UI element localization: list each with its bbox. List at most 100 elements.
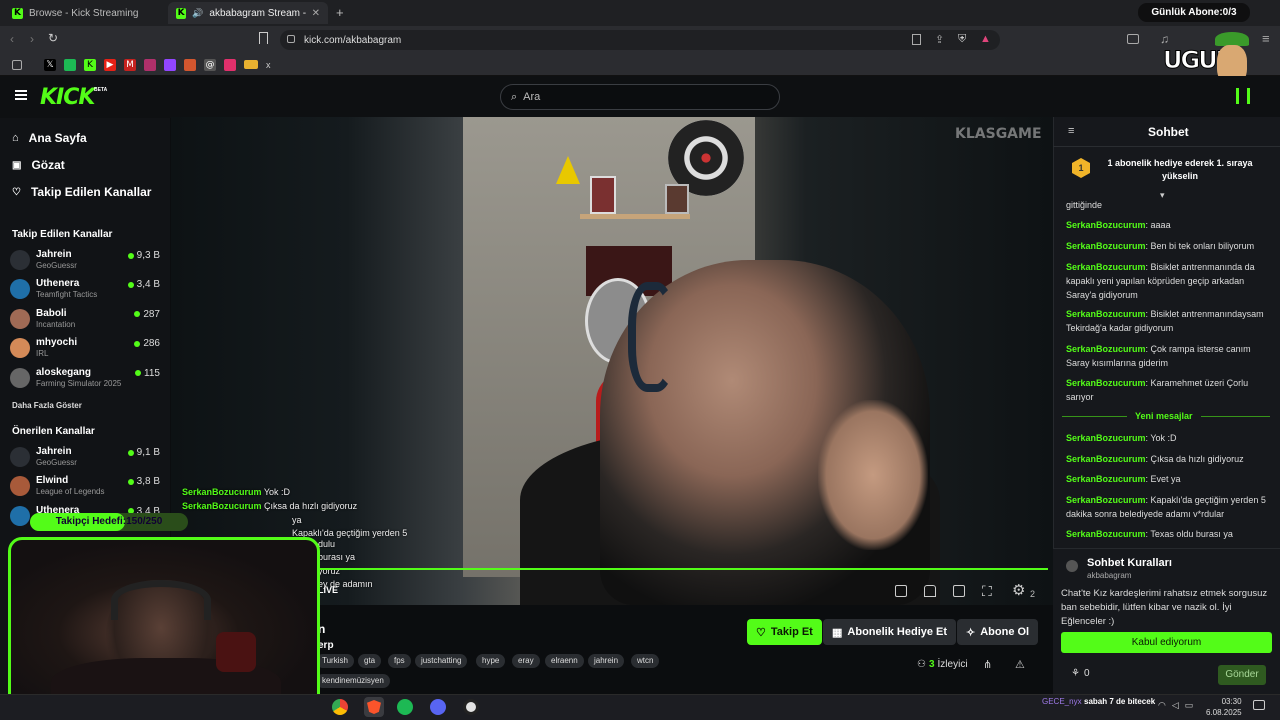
chat-message[interactable]: SerkanBozucurum: Texas oldu burası ya xyxy=(1066,527,1270,541)
chat-message[interactable]: SerkanBozucurum: Çok rampa isterse canım… xyxy=(1066,342,1270,370)
system-tray[interactable]: ◠ ◁ ▭ xyxy=(1158,700,1193,711)
nav-browse[interactable]: ▣ Gözat xyxy=(12,158,65,172)
bookmark-pink-icon[interactable] xyxy=(144,58,156,71)
site-info-icon[interactable] xyxy=(287,35,295,43)
nav-following[interactable]: ♡ Takip Edilen Kanallar xyxy=(12,185,151,199)
chat-message[interactable]: SerkanBozucurum: Karamehmet üzeri Çorlu … xyxy=(1066,376,1270,404)
tab-browse[interactable]: K Browse - Kick Streaming xyxy=(4,2,164,24)
channel-item[interactable]: Uthenera Teamfight Tactics 3,4 B xyxy=(10,277,160,305)
gmail-icon[interactable]: M xyxy=(124,58,136,71)
discord-icon[interactable] xyxy=(430,699,446,715)
chat-username[interactable]: SerkanBozucurum xyxy=(1066,344,1146,354)
chat-username[interactable]: SerkanBozucurum xyxy=(1066,474,1146,484)
folder-icon[interactable] xyxy=(244,60,258,69)
stream-tag[interactable]: Turkish xyxy=(316,654,354,668)
stream-tag[interactable]: elraenn xyxy=(545,654,584,668)
chat-message[interactable]: gittiğinde xyxy=(1066,198,1270,212)
settings-gear-icon[interactable]: ⚙ xyxy=(1012,581,1025,599)
stream-tag[interactable]: kendinemüzisyen xyxy=(316,674,390,688)
chat-username[interactable]: SerkanBozucurum xyxy=(1066,454,1146,464)
bookmark-green-icon[interactable] xyxy=(64,58,76,71)
stream-tag[interactable]: wtcn xyxy=(631,654,660,668)
chat-message[interactable]: SerkanBozucurum: Bisiklet antrenmanınday… xyxy=(1066,307,1270,335)
kick-logo[interactable]: KICK xyxy=(40,85,95,110)
chat-username[interactable]: SerkanBozucurum xyxy=(1066,241,1146,251)
stream-tag[interactable]: jahrein xyxy=(588,654,625,668)
chat-username[interactable]: SerkanBozucurum xyxy=(1066,262,1146,272)
stream-tag[interactable]: fps xyxy=(388,654,411,668)
tab-stream[interactable]: K 🔊 akbabagram Stream - Watch L ✕ xyxy=(168,2,328,24)
kick-app-icon[interactable] xyxy=(1236,88,1250,104)
gift-sub-button[interactable]: ▦ Abonelik Hediye Et xyxy=(823,619,957,645)
channel-item[interactable]: Baboli Incantation 287 xyxy=(10,307,160,335)
youtube-icon[interactable]: ▶ xyxy=(104,58,116,71)
share-icon[interactable]: ⋔ xyxy=(983,658,992,671)
hamburger-icon[interactable] xyxy=(15,90,27,100)
chat-username[interactable]: SerkanBozucurum xyxy=(1066,378,1146,388)
search-input[interactable]: ⌕ Ara xyxy=(500,84,780,110)
chat-username[interactable]: SerkanBozucurum xyxy=(1066,495,1146,505)
chat-message[interactable]: SerkanBozucurum: aaaa xyxy=(1066,218,1270,232)
chat-message[interactable]: SerkanBozucurum: Çıksa da hızlı gidiyoru… xyxy=(1066,452,1270,466)
rewards-icon[interactable]: ▲ xyxy=(980,33,991,45)
stream-category[interactable]: erp xyxy=(318,640,334,651)
subscribe-button[interactable]: ✧ Abone Ol xyxy=(957,619,1039,645)
chat-username[interactable]: SerkanBozucurum xyxy=(1066,309,1146,319)
channel-item[interactable]: Jahrein GeoGuessr 9,3 B xyxy=(10,248,160,276)
menu-icon[interactable]: ≡ xyxy=(1262,31,1270,46)
threads-icon[interactable]: @ xyxy=(204,58,216,71)
obs-icon[interactable] xyxy=(463,699,479,715)
send-button[interactable]: Gönder xyxy=(1218,665,1266,685)
clock[interactable]: 03:30 6.08.2025 xyxy=(1206,696,1242,718)
accept-rules-button[interactable]: Kabul ediyorum xyxy=(1061,632,1272,653)
channel-item[interactable]: Elwind League of Legends 3,8 B xyxy=(10,474,160,502)
chat-message[interactable]: SerkanBozucurum: Kapaklı'da geçtiğim yer… xyxy=(1066,493,1270,521)
chrome-icon[interactable] xyxy=(332,699,348,715)
instagram-icon[interactable] xyxy=(224,58,236,71)
chat-message[interactable]: SerkanBozucurum: Yok :D xyxy=(1066,431,1270,445)
sidebar-toggle-icon[interactable] xyxy=(1127,34,1139,44)
back-icon[interactable]: ‹ xyxy=(10,32,14,46)
close-tab-icon[interactable]: ✕ xyxy=(312,8,320,19)
theater-mode-icon[interactable] xyxy=(895,585,907,597)
notifications-icon[interactable] xyxy=(1253,700,1265,710)
stream-tag[interactable]: hype xyxy=(476,654,506,668)
nav-home[interactable]: ⌂ Ana Sayfa xyxy=(12,131,87,145)
new-tab-icon[interactable]: + xyxy=(336,5,344,20)
reader-icon[interactable] xyxy=(912,34,921,45)
clip-icon[interactable] xyxy=(924,585,936,597)
stream-tag[interactable]: justchatting xyxy=(415,654,468,668)
spotify-icon[interactable] xyxy=(397,699,413,715)
address-bar[interactable]: kick.com/akbabagram xyxy=(280,30,1000,50)
bookmark-orange-icon[interactable] xyxy=(184,58,196,71)
chat-message[interactable]: SerkanBozucurum: Ben bi tek onları biliy… xyxy=(1066,239,1270,253)
collapse-chat-icon[interactable]: ≡ xyxy=(1068,125,1074,137)
channel-points[interactable]: ⚘ 0 xyxy=(1071,668,1090,679)
follow-button[interactable]: ♡ Takip Et xyxy=(747,619,822,645)
twitch-icon[interactable] xyxy=(164,58,176,71)
shield-icon[interactable]: ⛨ xyxy=(958,33,966,46)
bookmark-icon[interactable] xyxy=(259,32,268,44)
reload-icon[interactable]: ↻ xyxy=(48,31,58,45)
kick-bookmark-icon[interactable]: K xyxy=(84,58,96,71)
chat-username[interactable]: SerkanBozucurum xyxy=(1066,220,1146,230)
brave-icon[interactable] xyxy=(364,697,384,717)
fullscreen-icon[interactable]: ⛶ xyxy=(982,583,992,600)
forward-icon[interactable]: › xyxy=(30,32,34,46)
chat-message[interactable]: SerkanBozucurum: Bisiklet antrenmanında … xyxy=(1066,260,1270,302)
stream-tag[interactable]: eray xyxy=(512,654,540,668)
show-more-link[interactable]: Daha Fazla Göster xyxy=(12,401,82,410)
share-icon[interactable]: ⇪ xyxy=(935,33,944,46)
channel-item[interactable]: mhyochi IRL 286 xyxy=(10,336,160,364)
x-icon[interactable]: 𝕏 xyxy=(44,58,56,71)
chat-username[interactable]: SerkanBozucurum xyxy=(1066,433,1146,443)
channel-item[interactable]: aloskegang Farming Simulator 2025 115 xyxy=(10,366,160,394)
report-icon[interactable]: ⚠ xyxy=(1015,658,1025,671)
chat-username[interactable]: SerkanBozucurum xyxy=(1066,529,1146,539)
pip-icon[interactable] xyxy=(953,585,965,597)
stream-tag[interactable]: gta xyxy=(358,654,382,668)
apps-icon[interactable] xyxy=(12,59,22,70)
gift-leaderboard-text[interactable]: 1 abonelik hediye ederek 1. sıraya yükse… xyxy=(1100,157,1260,183)
chat-message[interactable]: SerkanBozucurum: Evet ya xyxy=(1066,472,1270,486)
channel-item[interactable]: Jahrein GeoGuessr 9,1 B xyxy=(10,445,160,473)
